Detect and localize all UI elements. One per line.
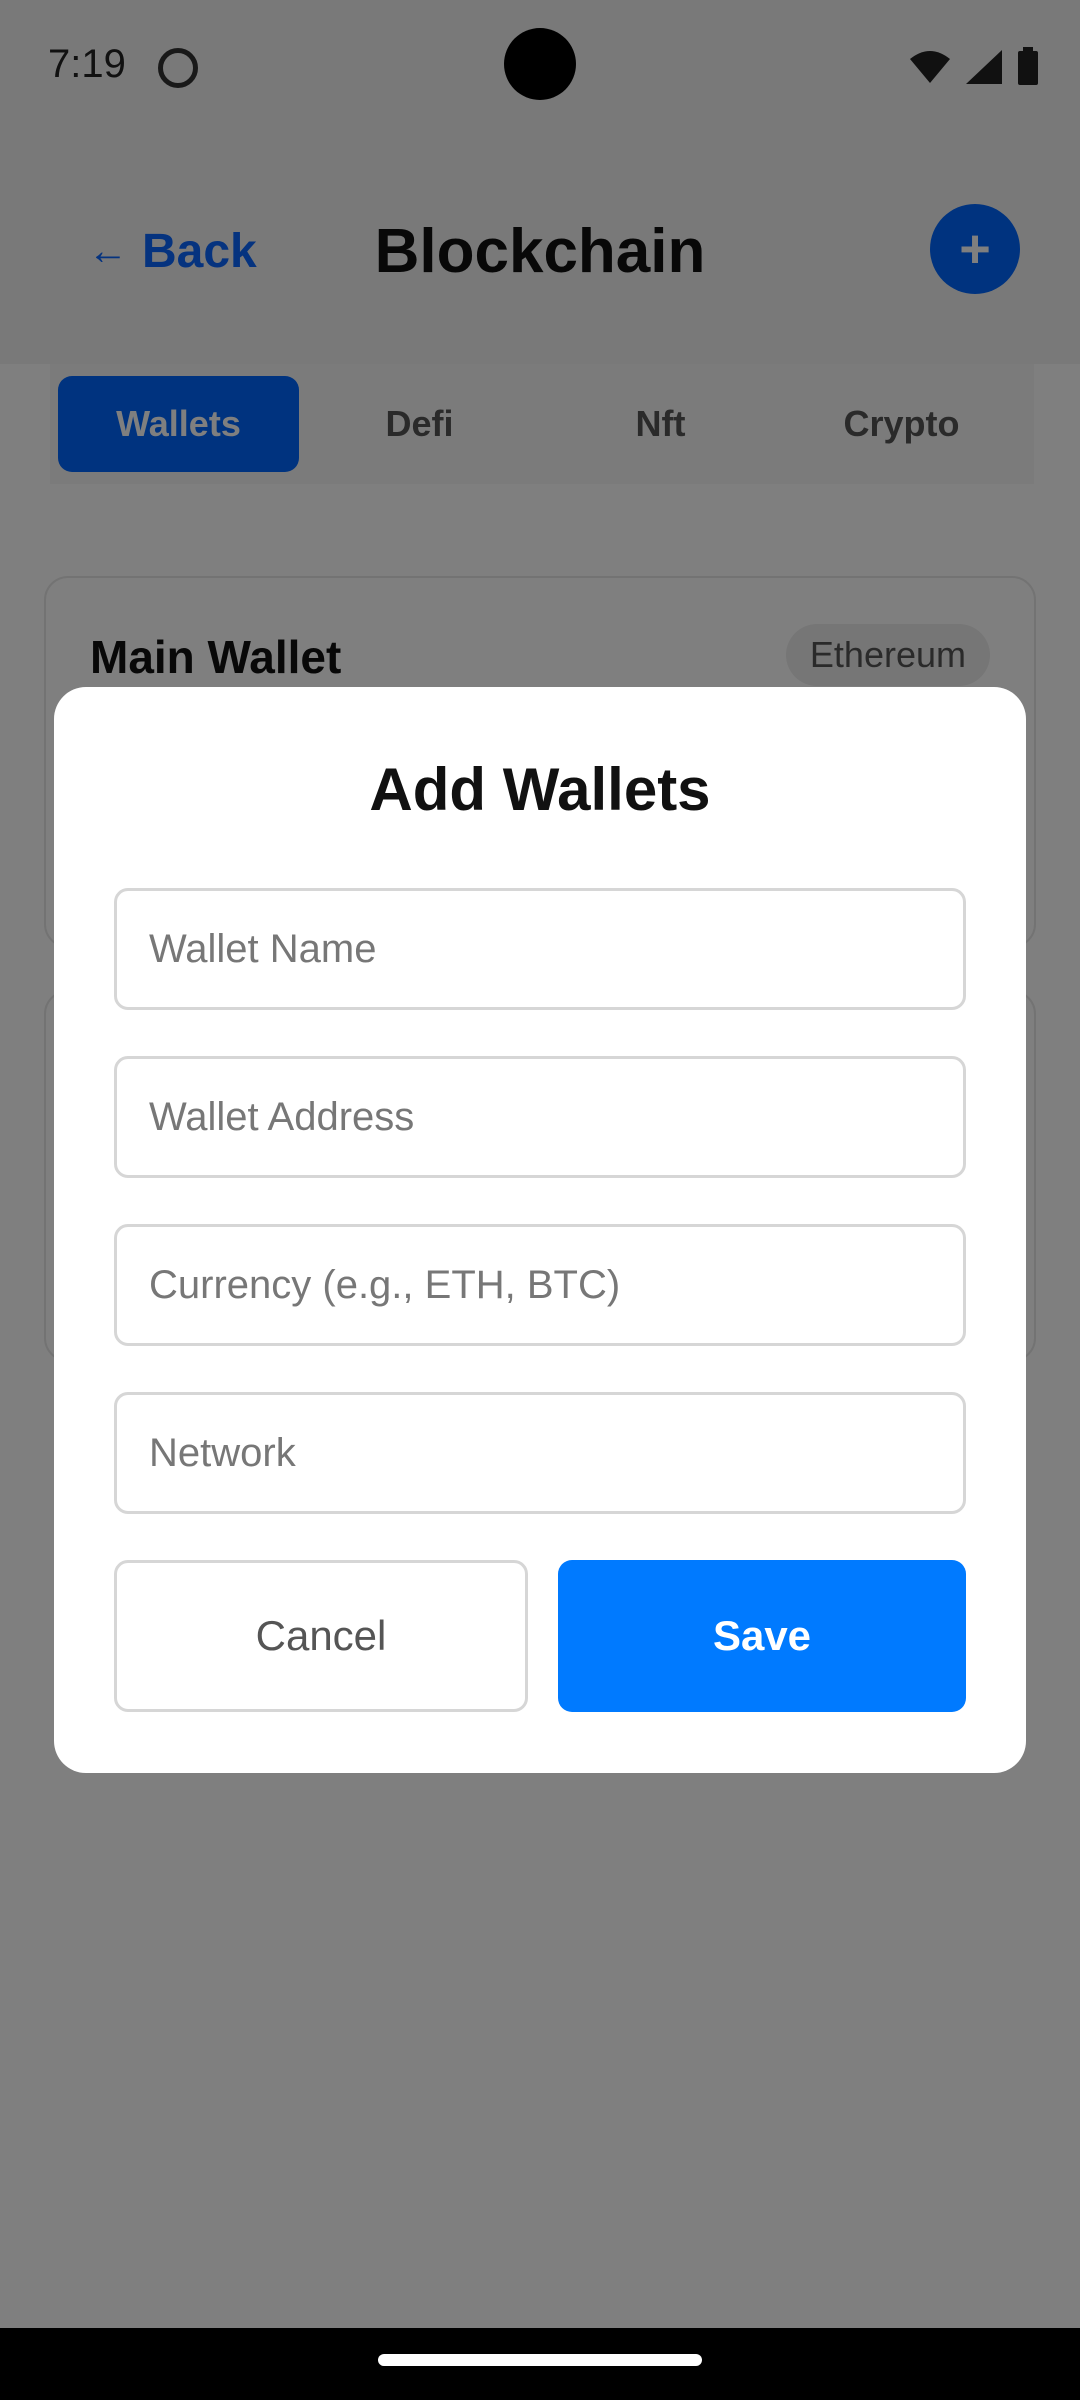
save-button[interactable]: Save [558, 1560, 966, 1712]
add-wallet-dialog: Add Wallets Cancel Save [54, 687, 1026, 1773]
network-input[interactable] [114, 1392, 966, 1514]
dialog-title: Add Wallets [369, 756, 711, 823]
currency-input[interactable] [114, 1224, 966, 1346]
wallet-name-input[interactable] [114, 888, 966, 1010]
home-gesture-handle[interactable] [378, 2354, 702, 2366]
cancel-button[interactable]: Cancel [114, 1560, 528, 1712]
system-nav-bar [0, 2328, 1080, 2400]
wallet-address-input[interactable] [114, 1056, 966, 1178]
